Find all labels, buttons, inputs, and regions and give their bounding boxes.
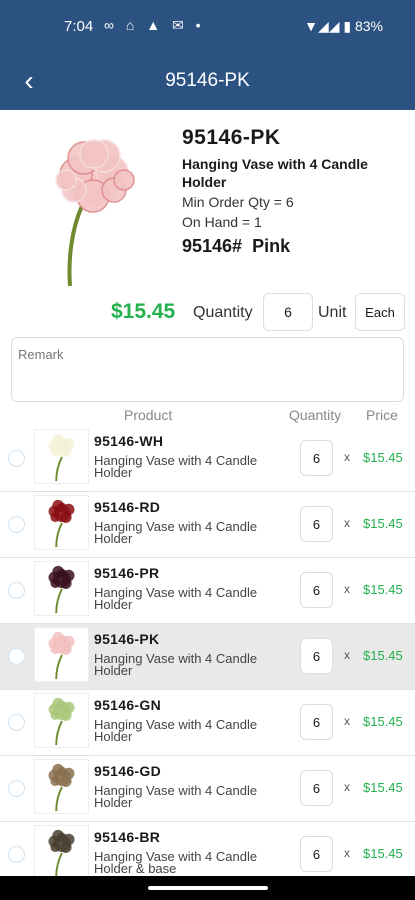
header-product: Product xyxy=(124,407,173,423)
variant-code: 95146-RD xyxy=(94,499,161,515)
status-bar: 7:04 ∞ ⌂ ▲ ✉ • ▼◢◢ ▮ 83% xyxy=(0,0,415,54)
variant-description: Hanging Vase with 4 Candle Holder xyxy=(94,585,258,612)
header-quantity: Quantity xyxy=(289,407,342,423)
item-number-color: 95146# Pink xyxy=(182,236,290,257)
variant-price: $15.45 xyxy=(363,648,403,663)
unit-label: Unit xyxy=(318,304,347,321)
variant-description: Hanging Vase with 4 Candle Holder & base xyxy=(94,849,258,876)
quantity-input[interactable]: 6 xyxy=(263,293,313,331)
home-gesture-pill[interactable] xyxy=(148,886,268,890)
multiply-sign: x xyxy=(344,516,350,530)
variant-quantity-input[interactable]: 6 xyxy=(300,770,333,806)
variant-price: $15.45 xyxy=(363,714,403,729)
item-number: 95146# xyxy=(182,236,243,256)
variant-code: 95146-PK xyxy=(94,631,160,647)
variant-description: Hanging Vase with 4 Candle Holder xyxy=(94,519,258,546)
variant-code: 95146-GN xyxy=(94,697,161,713)
list-header: Product Quantity Price xyxy=(0,406,415,426)
multiply-sign: x xyxy=(344,450,350,464)
page-title: 95146-PK xyxy=(165,70,250,91)
remark-field[interactable]: Remark xyxy=(11,337,404,402)
product-name: Hanging Vase with 4 Candle Holder xyxy=(182,156,368,190)
system-nav-bar xyxy=(0,876,415,900)
select-radio[interactable] xyxy=(8,714,25,731)
remark-placeholder: Remark xyxy=(18,347,64,362)
variant-description: Hanging Vase with 4 Candle Holder xyxy=(94,453,258,480)
app-header: 7:04 ∞ ⌂ ▲ ✉ • ▼◢◢ ▮ 83% ‹ 95146-PK xyxy=(0,0,415,110)
variant-quantity-input[interactable]: 6 xyxy=(300,836,333,872)
multiply-sign: x xyxy=(344,648,350,662)
variant-price: $15.45 xyxy=(363,450,403,465)
list-item[interactable]: 95146-RD Hanging Vase with 4 Candle Holde… xyxy=(0,492,415,558)
variant-thumbnail xyxy=(34,429,89,484)
product-image xyxy=(55,139,135,287)
on-hand-qty: On Hand = 1 xyxy=(182,214,262,230)
unit-select[interactable]: Each xyxy=(355,293,405,331)
variant-description: Hanging Vase with 4 Candle Holder xyxy=(94,651,258,678)
notification-icons: ∞ ⌂ ▲ ✉ • xyxy=(104,17,205,33)
variant-description: Hanging Vase with 4 Candle Holder xyxy=(94,783,258,810)
select-radio[interactable] xyxy=(8,582,25,599)
variant-thumbnail xyxy=(34,627,89,682)
variant-code: 95146-WH xyxy=(94,433,164,449)
list-item[interactable]: 95146-PK Hanging Vase with 4 Candle Holde… xyxy=(0,624,415,690)
product-code: 95146-PK xyxy=(182,126,281,149)
list-item[interactable]: 95146-PR Hanging Vase with 4 Candle Holde… xyxy=(0,558,415,624)
status-time: 7:04 xyxy=(64,18,94,35)
variant-price: $15.45 xyxy=(363,780,403,795)
select-radio[interactable] xyxy=(8,648,25,665)
variant-quantity-input[interactable]: 6 xyxy=(300,572,333,608)
variant-description: Hanging Vase with 4 Candle Holder xyxy=(94,717,258,744)
multiply-sign: x xyxy=(344,582,350,596)
select-radio[interactable] xyxy=(8,846,25,863)
multiply-sign: x xyxy=(344,714,350,728)
variant-thumbnail xyxy=(34,561,89,616)
variant-quantity-input[interactable]: 6 xyxy=(300,440,333,476)
product-price: $15.45 xyxy=(111,300,176,323)
variant-price: $15.45 xyxy=(363,582,403,597)
list-item[interactable]: 95146-WH Hanging Vase with 4 Candle Holde… xyxy=(0,426,415,492)
variant-code: 95146-GD xyxy=(94,763,161,779)
variant-list: 95146-WH Hanging Vase with 4 Candle Holde… xyxy=(0,426,415,876)
multiply-sign: x xyxy=(344,846,350,860)
variant-thumbnail xyxy=(34,693,89,748)
battery-indicator: ▼◢◢ ▮ 83% xyxy=(304,18,383,34)
list-item[interactable]: 95146-BR Hanging Vase with 4 Candle Holde… xyxy=(0,822,415,876)
variant-thumbnail xyxy=(34,759,89,814)
select-radio[interactable] xyxy=(8,516,25,533)
item-color: Pink xyxy=(252,236,291,256)
variant-quantity-input[interactable]: 6 xyxy=(300,638,333,674)
variant-code: 95146-PR xyxy=(94,565,160,581)
variant-code: 95146-BR xyxy=(94,829,161,845)
select-radio[interactable] xyxy=(8,780,25,797)
select-radio[interactable] xyxy=(8,450,25,467)
variant-price: $15.45 xyxy=(363,516,403,531)
header-price: Price xyxy=(366,407,398,423)
list-item[interactable]: 95146-GN Hanging Vase with 4 Candle Holde… xyxy=(0,690,415,756)
battery-percent: 83% xyxy=(354,18,383,34)
variant-quantity-input[interactable]: 6 xyxy=(300,506,333,542)
variant-quantity-input[interactable]: 6 xyxy=(300,704,333,740)
variant-price: $15.45 xyxy=(363,846,403,861)
min-order-qty: Min Order Qty = 6 xyxy=(182,194,294,210)
list-item[interactable]: 95146-GD Hanging Vase with 4 Candle Holde… xyxy=(0,756,415,822)
quantity-label: Quantity xyxy=(193,304,253,321)
variant-thumbnail xyxy=(34,825,89,876)
variant-thumbnail xyxy=(34,495,89,550)
multiply-sign: x xyxy=(344,780,350,794)
